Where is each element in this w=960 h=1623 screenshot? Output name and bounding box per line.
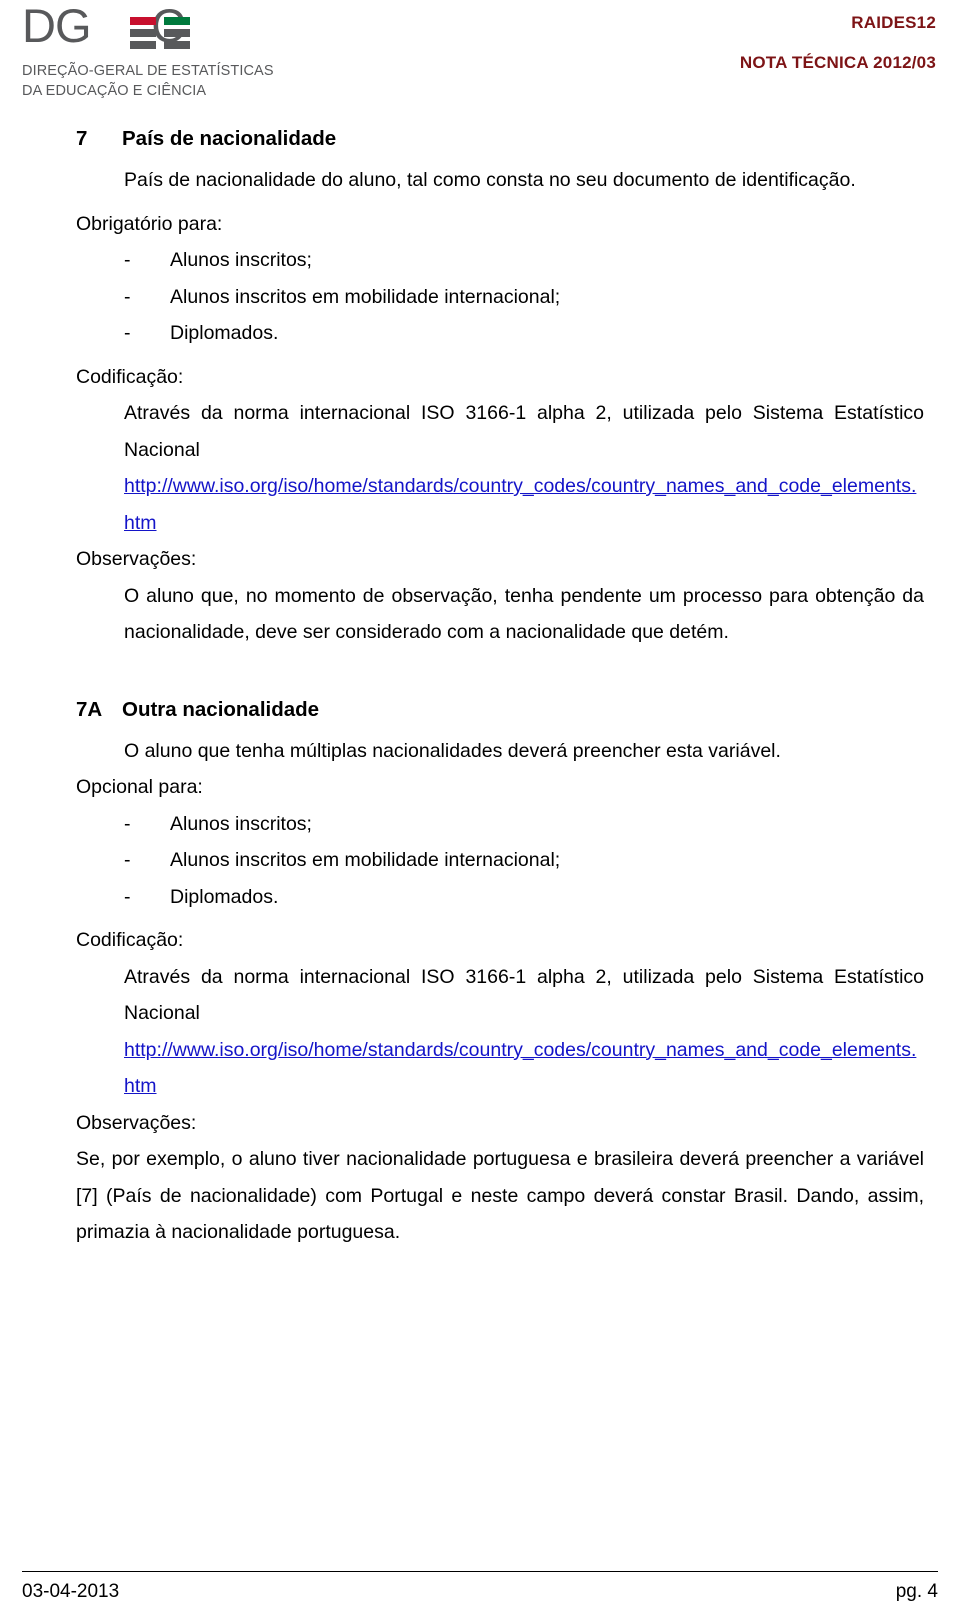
section-7-coding-label: Codificação:: [76, 365, 184, 388]
section-7a-number: 7A: [76, 697, 103, 721]
section-7-coding-url-wrap: http://www.iso.org/iso/home/standards/co…: [76, 468, 924, 541]
dgeec-logo: DGEEC DIREÇÃO-GERAL DE ESTATÍSTICAS DA E…: [22, 0, 382, 101]
section-7a-coding-url-wrap: http://www.iso.org/iso/home/standards/co…: [76, 1032, 924, 1105]
section-7-requirement-label: Obrigatório para:: [76, 212, 223, 235]
section-7a-requirement-label: Opcional para:: [76, 776, 203, 798]
logo-bar-gray-1-icon: [130, 29, 156, 37]
dgeec-logo-subtitle: DIREÇÃO-GERAL DE ESTATÍSTICAS DA EDUCAÇÃ…: [22, 61, 382, 101]
section-7-notes-label: Observações:: [76, 548, 197, 570]
list-dash: -: [124, 322, 131, 344]
section-7-notes-text: O aluno que, no momento de observação, t…: [124, 584, 924, 644]
document-code: RAIDES12: [851, 13, 936, 32]
list-dash: -: [124, 812, 131, 835]
section-7a-requirement-list: - Alunos inscritos; - Alunos inscritos e…: [76, 806, 924, 916]
section-7: 7 País de nacionalidade País de nacional…: [76, 124, 924, 651]
list-item: - Alunos inscritos;: [76, 242, 924, 279]
list-item-label: Alunos inscritos em mobilidade internaci…: [170, 285, 561, 308]
section-7-coding-text: Através da norma internacional ISO 3166-…: [124, 402, 924, 461]
section-7a-title: Outra nacionalidade: [122, 697, 320, 721]
list-dash: -: [124, 885, 131, 908]
section-7a-coding-label: Codificação:: [76, 929, 184, 951]
section-7-intro: País de nacionalidade do aluno, tal como…: [124, 169, 856, 191]
section-7-heading: 7 País de nacionalidade: [76, 124, 924, 154]
list-item: - Diplomados.: [76, 315, 924, 352]
section-7a-heading: 7A Outra nacionalidade: [76, 695, 924, 725]
section-7-requirement-list: - Alunos inscritos; - Alunos inscritos e…: [76, 242, 924, 352]
footer-divider: [22, 1571, 938, 1572]
page-header: DGEEC DIREÇÃO-GERAL DE ESTATÍSTICAS DA E…: [0, 0, 960, 112]
section-7-coding-url-link[interactable]: http://www.iso.org/iso/home/standards/co…: [124, 475, 916, 534]
dgeec-logo-subtitle-line1: DIREÇÃO-GERAL DE ESTATÍSTICAS: [22, 63, 274, 79]
section-7a-coding-url-link[interactable]: http://www.iso.org/iso/home/standards/co…: [124, 1039, 916, 1098]
document-page: DGEEC DIREÇÃO-GERAL DE ESTATÍSTICAS DA E…: [0, 0, 960, 1623]
dgeec-logo-subtitle-line2: DA EDUCAÇÃO E CIÊNCIA: [22, 83, 207, 99]
logo-bar-green-icon: [164, 17, 190, 25]
document-body: 7 País de nacionalidade País de nacional…: [76, 124, 924, 1251]
section-7-number: 7: [76, 127, 88, 150]
section-7a: 7A Outra nacionalidade O aluno que tenha…: [76, 695, 924, 1251]
list-item-label: Alunos inscritos em mobilidade internaci…: [170, 849, 561, 871]
dgeec-logo-mark: DGEEC: [22, 0, 237, 52]
section-7a-notes-label: Observações:: [76, 1111, 197, 1134]
list-item-label: Diplomados.: [170, 322, 279, 344]
dgeec-wordmark: DGEEC: [22, 0, 185, 52]
header-document-identifiers: RAIDES12 NOTA TÉCNICA 2012/03: [740, 12, 936, 74]
section-7a-coding-text: Através da norma internacional ISO 3166-…: [124, 965, 924, 1025]
list-item-label: Diplomados.: [170, 885, 279, 908]
list-item: - Alunos inscritos em mobilidade interna…: [76, 279, 924, 316]
logo-bar-gray-4-icon: [164, 41, 190, 49]
logo-bar-gray-2-icon: [164, 29, 190, 37]
list-item-label: Alunos inscritos;: [170, 249, 312, 271]
footer-date: 03-04-2013: [22, 1581, 120, 1602]
document-title: NOTA TÉCNICA 2012/03: [739, 53, 936, 72]
section-7a-intro: O aluno que tenha múltiplas nacionalidad…: [124, 739, 781, 762]
list-item: - Diplomados.: [76, 879, 924, 916]
list-item-label: Alunos inscritos;: [170, 812, 312, 835]
list-dash: -: [124, 849, 131, 871]
logo-bar-red-icon: [130, 17, 156, 25]
footer-page-number: pg. 4: [895, 1581, 938, 1602]
section-7-title: País de nacionalidade: [122, 127, 337, 150]
list-dash: -: [124, 249, 131, 271]
list-item: - Alunos inscritos em mobilidade interna…: [76, 842, 924, 879]
footer-row: 03-04-2013 pg. 4: [22, 1579, 938, 1605]
list-dash: -: [124, 285, 131, 308]
page-footer: 03-04-2013 pg. 4: [22, 1571, 938, 1605]
list-item: - Alunos inscritos;: [76, 806, 924, 843]
logo-bar-gray-3-icon: [130, 41, 156, 49]
section-7a-notes-text: Se, por exemplo, o aluno tiver nacionali…: [76, 1148, 924, 1243]
dgeec-wordmark-prefix: DG: [22, 0, 91, 52]
